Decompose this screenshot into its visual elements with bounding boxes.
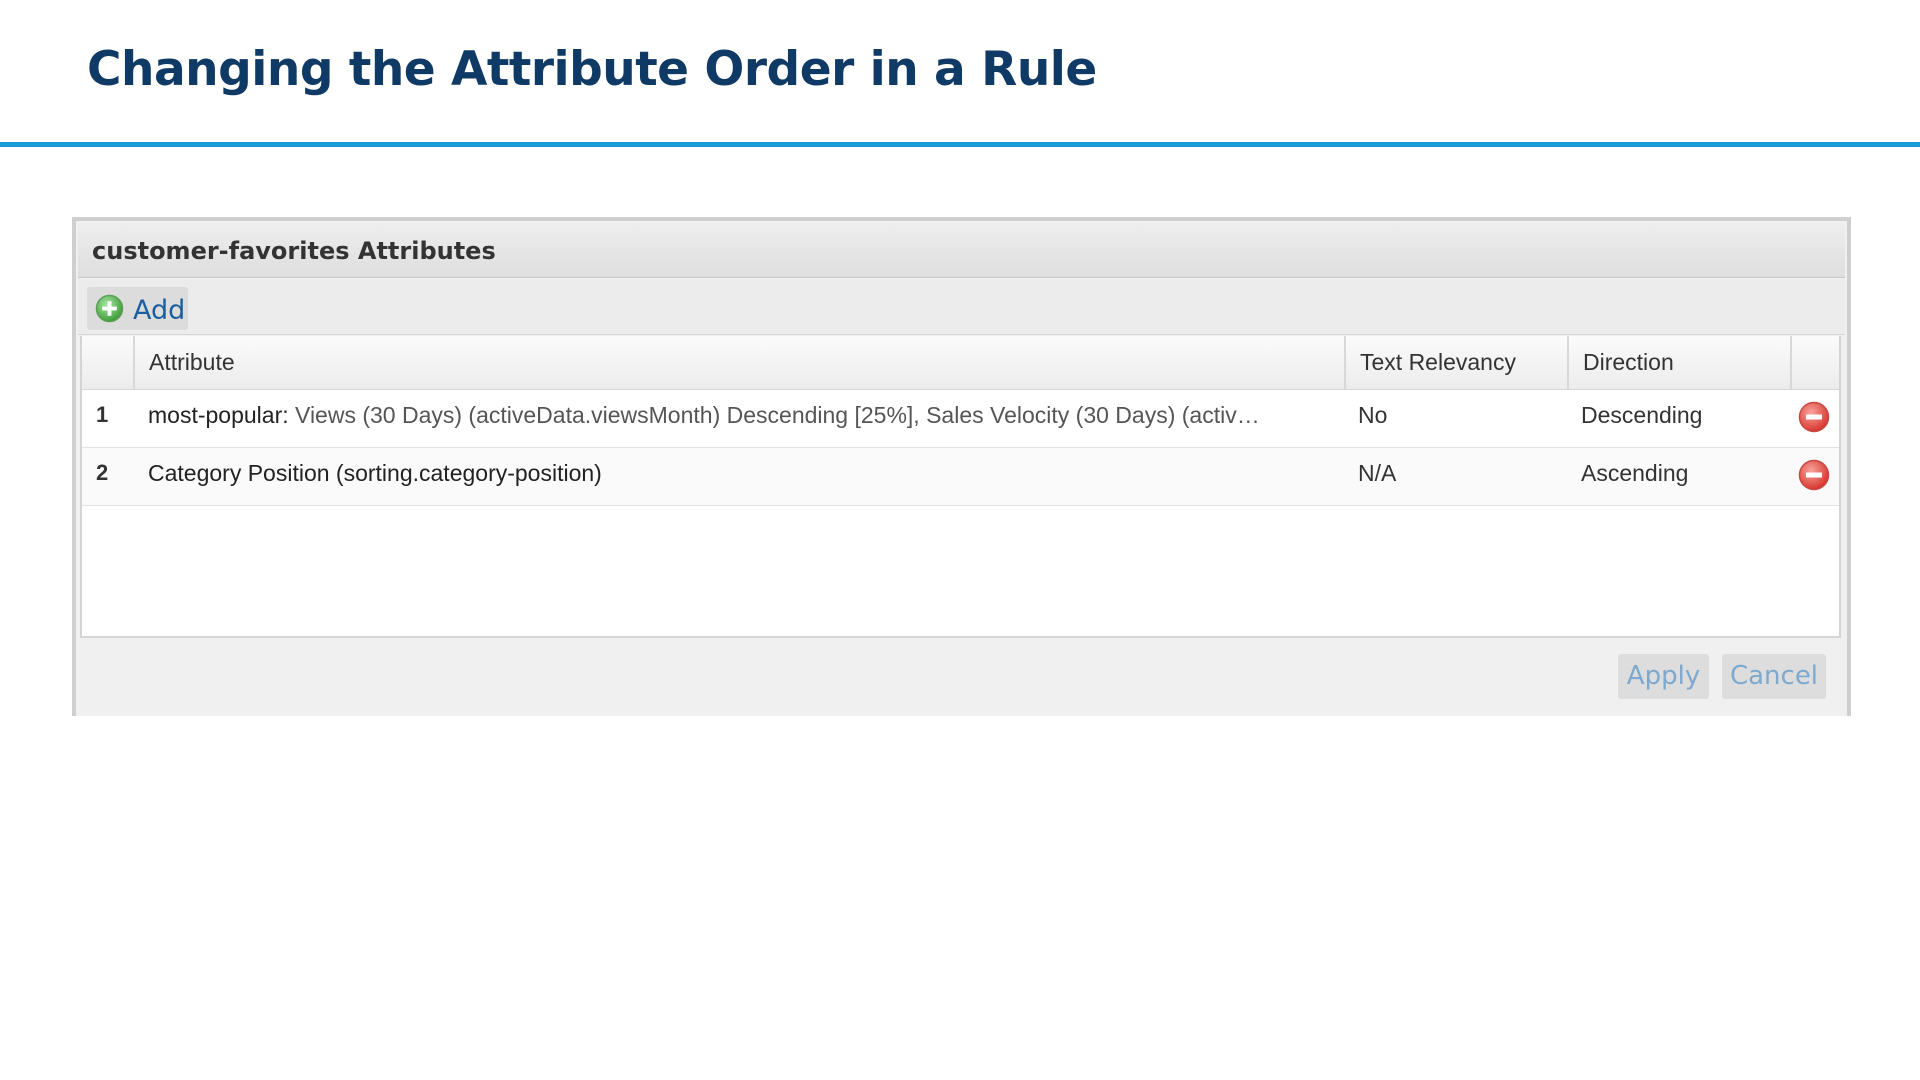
- apply-button[interactable]: Apply: [1618, 654, 1709, 699]
- dialog-toolbar: Add: [78, 279, 1845, 335]
- minus-circle-icon[interactable]: [1798, 401, 1830, 433]
- slide: Changing the Attribute Order in a Rule c…: [0, 0, 1920, 1080]
- title-divider: [0, 142, 1920, 147]
- column-header-index: [82, 336, 135, 389]
- add-button-label: Add: [133, 295, 186, 326]
- dialog-header: customer-favorites Attributes: [78, 223, 1845, 278]
- grid-header: Attribute Text Relevancy Direction: [82, 336, 1839, 390]
- row-attribute: Category Position (sorting.category-posi…: [148, 448, 1398, 505]
- attribute-name: Category Position (sorting.category-posi…: [148, 460, 602, 486]
- minus-circle-icon[interactable]: [1798, 459, 1830, 491]
- column-header-text-relevancy[interactable]: Text Relevancy: [1346, 336, 1569, 389]
- table-row[interactable]: 1 most-popular: Views (30 Days) (activeD…: [82, 390, 1839, 448]
- row-text-relevancy: No: [1358, 402, 1388, 428]
- add-button[interactable]: Add: [87, 287, 188, 330]
- attributes-dialog: customer-favorites Attributes Add Attrib…: [72, 217, 1851, 716]
- column-header-actions: [1792, 336, 1839, 389]
- row-text-relevancy: N/A: [1358, 460, 1397, 486]
- column-header-direction[interactable]: Direction: [1569, 336, 1792, 389]
- plus-circle-icon: [95, 294, 124, 323]
- dialog-title: customer-favorites Attributes: [92, 237, 496, 265]
- cancel-button[interactable]: Cancel: [1722, 654, 1826, 699]
- row-index: 2: [96, 460, 109, 485]
- table-row[interactable]: 2 Category Position (sorting.category-po…: [82, 448, 1839, 506]
- attribute-name: most-popular:: [148, 402, 289, 428]
- column-header-attribute[interactable]: Attribute: [135, 336, 1346, 389]
- row-direction: Ascending: [1581, 460, 1689, 486]
- attributes-grid: Attribute Text Relevancy Direction 1 mos…: [80, 336, 1841, 638]
- row-attribute: most-popular: Views (30 Days) (activeDat…: [148, 390, 1398, 447]
- row-direction: Descending: [1581, 402, 1703, 428]
- attribute-detail: Views (30 Days) (activeData.viewsMonth) …: [288, 402, 1260, 428]
- row-index: 1: [96, 402, 109, 427]
- page-title: Changing the Attribute Order in a Rule: [87, 42, 1097, 97]
